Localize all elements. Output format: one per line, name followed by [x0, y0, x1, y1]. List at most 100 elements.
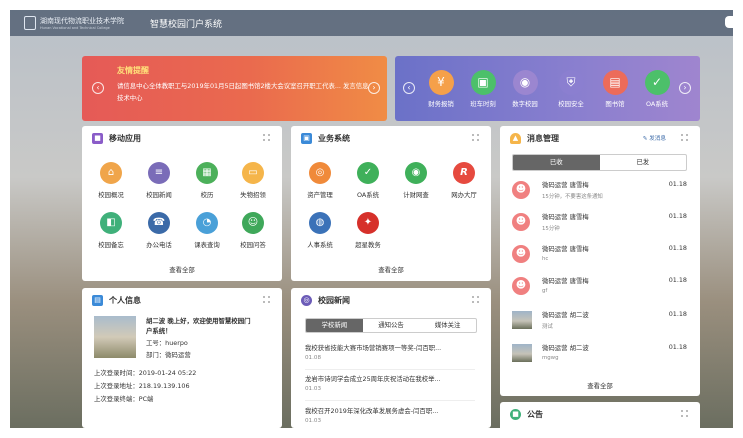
banner-prev-arrow-icon[interactable]: ‹ — [92, 82, 104, 94]
app-calendar[interactable]: ▦ 校历 — [186, 162, 228, 199]
news-item[interactable]: 龙岩市诗词学会成立25周年庆祝活动在我校举... 01.03 — [305, 374, 475, 392]
app-campus-memo[interactable]: ◧ 校园备忘 — [90, 212, 132, 249]
notice-banner[interactable]: ‹ 友情提醒 请信息中心全体教职工与2019年01月5日起图书馆2楼大会议室召开… — [82, 56, 387, 121]
notice-card: ■ 公告 — [500, 402, 700, 428]
message-sender: 微码运营 胡二波 — [542, 344, 589, 352]
message-date: 01.18 — [668, 244, 687, 252]
drag-handle-icon[interactable] — [472, 134, 479, 141]
message-sender: 微码运营 唐雪梅 — [542, 245, 589, 253]
quicklink-label: 财务报销 — [428, 100, 454, 108]
quicklink-label: 数字校园 — [512, 100, 538, 108]
message-sender: 微码运营 唐雪梅 — [542, 213, 589, 221]
bell-icon[interactable] — [725, 16, 733, 28]
college-logo[interactable]: 湖南现代物流职业技术学院 Hunan Vocational and Techni… — [24, 16, 124, 30]
quicklink-bus[interactable]: ▣ 班车时刻 — [461, 70, 505, 108]
news-item[interactable]: 我校召开2019年深化改革发展务虚会-闫百职... 01.03 — [305, 406, 475, 424]
news-item[interactable]: 我校获省技能大赛市场营销赛项一等奖-闫百职... 01.08 — [305, 343, 475, 361]
app-campus-overview[interactable]: ⌂ 校园概况 — [90, 162, 132, 199]
message-item[interactable]: ☻ 微码运营 唐雪梅 hc 01.18 — [512, 243, 687, 273]
app-label: OA系统 — [356, 191, 380, 199]
quicklink-banner: ‹ ¥ 财务报销 ▣ 班车时刻 ◉ 数字校园 ⛨ 校园安全 ▤ 图书馆 ✓ OA… — [395, 56, 700, 121]
card-title: 校园新闻 — [318, 295, 350, 305]
message-preview: 测试 — [542, 324, 553, 330]
memo-icon: ◧ — [100, 212, 122, 234]
tab-received[interactable]: 已收 — [513, 155, 600, 170]
message-preview: 15分钟 — [542, 226, 560, 232]
message-preview: hc — [542, 256, 549, 262]
drag-handle-icon[interactable] — [681, 410, 688, 417]
tab-sent[interactable]: 已发 — [600, 155, 687, 170]
drag-handle-icon[interactable] — [263, 296, 270, 303]
drag-handle-icon[interactable] — [472, 296, 479, 303]
message-item[interactable]: ☻ 微码运营 唐雪梅 gf 01.18 — [512, 275, 687, 305]
app-campus-news[interactable]: ≡ 校园新闻 — [138, 162, 180, 199]
message-sender: 微码运营 唐雪梅 — [542, 277, 589, 285]
quicklink-library[interactable]: ▤ 图书馆 — [593, 70, 637, 108]
drag-handle-icon[interactable] — [681, 134, 688, 141]
message-date: 01.18 — [668, 310, 687, 318]
message-item[interactable]: ☻ 微码运营 唐雪梅 15分钟，不要害这条通知 01.18 — [512, 179, 687, 209]
banner-next-arrow-icon[interactable]: › — [368, 82, 380, 94]
quicklink-campus-safety[interactable]: ⛨ 校园安全 — [549, 70, 593, 108]
business-systems-card: ▣ 业务系统 ◎ 资产管理 ✓ OA系统 ◉ 计财网查 R 网办大厅 ◍ 人事系统 ✦ 超星… — [291, 126, 491, 281]
portal-frame: 湖南现代物流职业技术学院 Hunan Vocational and Techni… — [10, 10, 733, 428]
last-login-time: 上次登录时间：2019-01-24 05:22 — [94, 369, 197, 377]
message-preview: 15分钟，不要害这条通知 — [542, 194, 603, 200]
message-sender: 微码运营 唐雪梅 — [542, 181, 589, 189]
quicklink-prev-arrow-icon[interactable]: ‹ — [403, 82, 415, 94]
tab-notices[interactable]: 通知公告 — [363, 319, 420, 332]
system-finance-query[interactable]: ◉ 计财网查 — [395, 162, 437, 199]
notice-icon: ■ — [510, 408, 521, 420]
app-label: 办公电话 — [146, 241, 172, 249]
message-item[interactable]: 微码运营 胡二波 测试 01.18 — [512, 309, 687, 339]
app-timetable[interactable]: ◔ 课表查询 — [186, 212, 228, 249]
app-label: 失物招领 — [240, 191, 266, 199]
app-label: 网办大厅 — [451, 191, 477, 199]
asset-icon: ◎ — [309, 162, 331, 184]
news-date: 01.03 — [305, 386, 322, 392]
calendar-icon: ▦ — [196, 162, 218, 184]
globe-icon: ◎ — [301, 294, 312, 306]
app-label: 资产管理 — [307, 191, 333, 199]
app-office-phone[interactable]: ☎ 办公电话 — [138, 212, 180, 249]
message-date: 01.18 — [668, 180, 687, 188]
tab-school-news[interactable]: 学校新闻 — [306, 319, 363, 332]
message-item[interactable]: 微码运营 胡二波 mgwg 01.18 — [512, 342, 687, 372]
quicklink-label: 校园安全 — [558, 100, 584, 108]
view-all-link[interactable]: 查看全部 — [82, 265, 282, 274]
tab-media[interactable]: 媒体关注 — [419, 319, 476, 332]
drag-handle-icon[interactable] — [263, 134, 270, 141]
system-oa[interactable]: ✓ OA系统 — [347, 162, 389, 199]
shield-icon: ⛨ — [558, 70, 584, 95]
system-online-hall[interactable]: R 网办大厅 — [443, 162, 485, 199]
message-preview: mgwg — [542, 355, 559, 361]
card-title: 个人信息 — [109, 295, 141, 305]
message-date: 01.18 — [668, 276, 687, 284]
system-hr[interactable]: ◍ 人事系统 — [299, 212, 341, 249]
view-all-link[interactable]: 查看全部 — [291, 265, 491, 274]
send-message-button[interactable]: ✎ 发消息 — [643, 134, 666, 142]
message-date: 01.18 — [668, 343, 687, 351]
system-academic-affairs[interactable]: ✦ 超星教务 — [347, 212, 389, 249]
quicklink-label: OA系统 — [645, 100, 669, 108]
quicklink-digital-campus[interactable]: ◉ 数字校园 — [503, 70, 547, 108]
news-title: 龙岩市诗词学会成立25周年庆祝活动在我校举... — [305, 375, 441, 383]
quicklink-oa[interactable]: ✓ OA系统 — [635, 70, 679, 108]
quicklink-finance[interactable]: ¥ 财务报销 — [419, 70, 463, 108]
app-campus-qa[interactable]: ☺ 校园问答 — [232, 212, 274, 249]
person-avatar-icon: ☻ — [512, 277, 530, 295]
app-label: 超星教务 — [355, 241, 381, 249]
message-date: 01.18 — [668, 212, 687, 220]
card-header: ■ 移动应用 — [82, 126, 282, 150]
campus-news-card: ◎ 校园新闻 学校新闻 通知公告 媒体关注 我校获省技能大赛市场营销赛项一等奖-… — [291, 288, 491, 428]
avatar-photo — [512, 344, 532, 362]
app-lost-found[interactable]: ▭ 失物招领 — [232, 162, 274, 199]
quicklink-label: 图书馆 — [605, 100, 625, 108]
quicklink-next-arrow-icon[interactable]: › — [679, 82, 691, 94]
message-item[interactable]: ☻ 微码运营 唐雪梅 15分钟 01.18 — [512, 211, 687, 241]
view-all-link[interactable]: 查看全部 — [500, 381, 700, 390]
card-title: 公告 — [527, 409, 543, 419]
bus-icon: ▣ — [470, 70, 496, 95]
card-title: 移动应用 — [109, 133, 141, 143]
system-asset-management[interactable]: ◎ 资产管理 — [299, 162, 341, 199]
